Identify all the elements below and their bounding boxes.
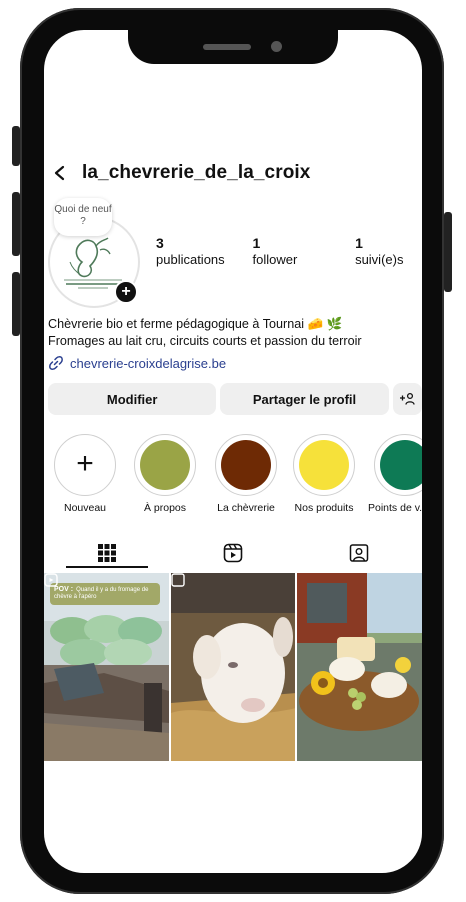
phone-screen: la_chevrerie_de_la_croix Quoi de neuf ? … <box>44 30 422 873</box>
volume-down-button <box>12 272 20 336</box>
highlight-cover <box>221 440 271 490</box>
tab-reels[interactable] <box>170 538 296 568</box>
highlight-ring <box>293 434 355 496</box>
stat-posts-count: 3 <box>156 235 164 251</box>
story-highlights: + Nouveau À propos La chèvrerie Nos prod… <box>44 434 422 524</box>
profile-actions: Modifier Partager le profil <box>48 383 422 415</box>
highlight-points-of-sale[interactable]: Points de v... <box>368 434 422 514</box>
highlight-ring <box>215 434 277 496</box>
highlight-label: À propos <box>143 502 187 514</box>
post-thumbnail-2[interactable] <box>170 573 296 761</box>
bio-line-2: Fromages au lait cru, circuits courts et… <box>48 334 362 348</box>
overlay-tag: POV : <box>54 586 74 593</box>
post-image-baby-goat <box>170 573 296 761</box>
posts-grid: POV : Quand il y a du fromage de chèvre à… <box>44 573 422 761</box>
post-thumbnail-3[interactable] <box>297 573 422 761</box>
highlight-label: La chèvrerie <box>217 502 275 514</box>
highlight-cover <box>299 440 349 490</box>
tagged-icon <box>349 544 369 562</box>
stat-followers-count: 1 <box>252 235 261 251</box>
bio-link[interactable]: chevrerie-croixdelagrise.be <box>48 355 226 371</box>
link-icon <box>49 356 63 370</box>
highlight-ring <box>134 434 196 496</box>
highlight-ring <box>374 434 422 496</box>
profile-stats: 3 publications 1 follower 1 suivi(e)s <box>156 235 418 267</box>
camera <box>271 41 282 52</box>
add-story-icon[interactable]: + <box>114 280 138 304</box>
active-tab-indicator <box>66 566 148 568</box>
add-person-icon <box>400 392 415 405</box>
note-text: Quoi de neuf ? <box>54 204 112 227</box>
tab-tagged[interactable] <box>296 538 422 568</box>
highlight-cover <box>380 440 422 490</box>
highlight-new[interactable]: + Nouveau <box>52 434 118 514</box>
profile-username: la_chevrerie_de_la_croix <box>82 162 311 183</box>
profile-bio: Chèvrerie bio et ferme pédagogique à Tou… <box>48 316 420 350</box>
stat-posts[interactable]: 3 publications <box>156 235 245 267</box>
highlight-label: Nouveau <box>63 502 107 514</box>
highlight-chevrerie[interactable]: La chèvrerie <box>210 434 282 514</box>
highlight-label: Nos produits <box>294 502 354 514</box>
edit-profile-button[interactable]: Modifier <box>48 383 217 415</box>
stat-followers[interactable]: 1 follower <box>245 235 342 267</box>
highlight-products[interactable]: Nos produits <box>288 434 360 514</box>
post-text-overlay: POV : Quand il y a du fromage de chèvre à… <box>50 583 160 605</box>
reel-indicator-icon <box>44 573 58 587</box>
post-image-cheese-platter <box>297 573 422 761</box>
stat-posts-label: publications <box>156 252 225 267</box>
speaker <box>203 44 251 50</box>
stat-following-count: 1 <box>355 235 363 251</box>
stat-followers-label: follower <box>252 252 298 267</box>
notch <box>128 30 338 64</box>
bio-line-1: Chèvrerie bio et ferme pédagogique à Tou… <box>48 317 343 331</box>
highlight-cover <box>140 440 190 490</box>
share-profile-button[interactable]: Partager le profil <box>220 383 389 415</box>
highlight-about[interactable]: À propos <box>132 434 198 514</box>
note-bubble[interactable]: Quoi de neuf ? <box>54 198 112 236</box>
power-button <box>444 212 452 292</box>
highlight-ring: + <box>54 434 116 496</box>
reels-icon <box>223 543 243 563</box>
highlight-label: Points de v... <box>368 502 422 514</box>
stat-following[interactable]: 1 suivi(e)s <box>341 235 418 267</box>
grid-icon <box>98 544 116 562</box>
multi-post-icon <box>170 573 185 587</box>
volume-up-button <box>12 192 20 256</box>
add-people-button[interactable] <box>392 383 422 415</box>
mute-switch <box>12 126 20 166</box>
plus-icon: + <box>76 447 94 480</box>
profile-header: la_chevrerie_de_la_croix <box>44 158 422 188</box>
stat-following-label: suivi(e)s <box>355 252 404 267</box>
profile-tabs <box>44 538 422 568</box>
bio-link-text: chevrerie-croixdelagrise.be <box>70 355 227 371</box>
post-thumbnail-1[interactable]: POV : Quand il y a du fromage de chèvre à… <box>44 573 169 761</box>
back-arrow-icon[interactable] <box>52 165 68 181</box>
tab-posts-grid[interactable] <box>44 538 170 568</box>
